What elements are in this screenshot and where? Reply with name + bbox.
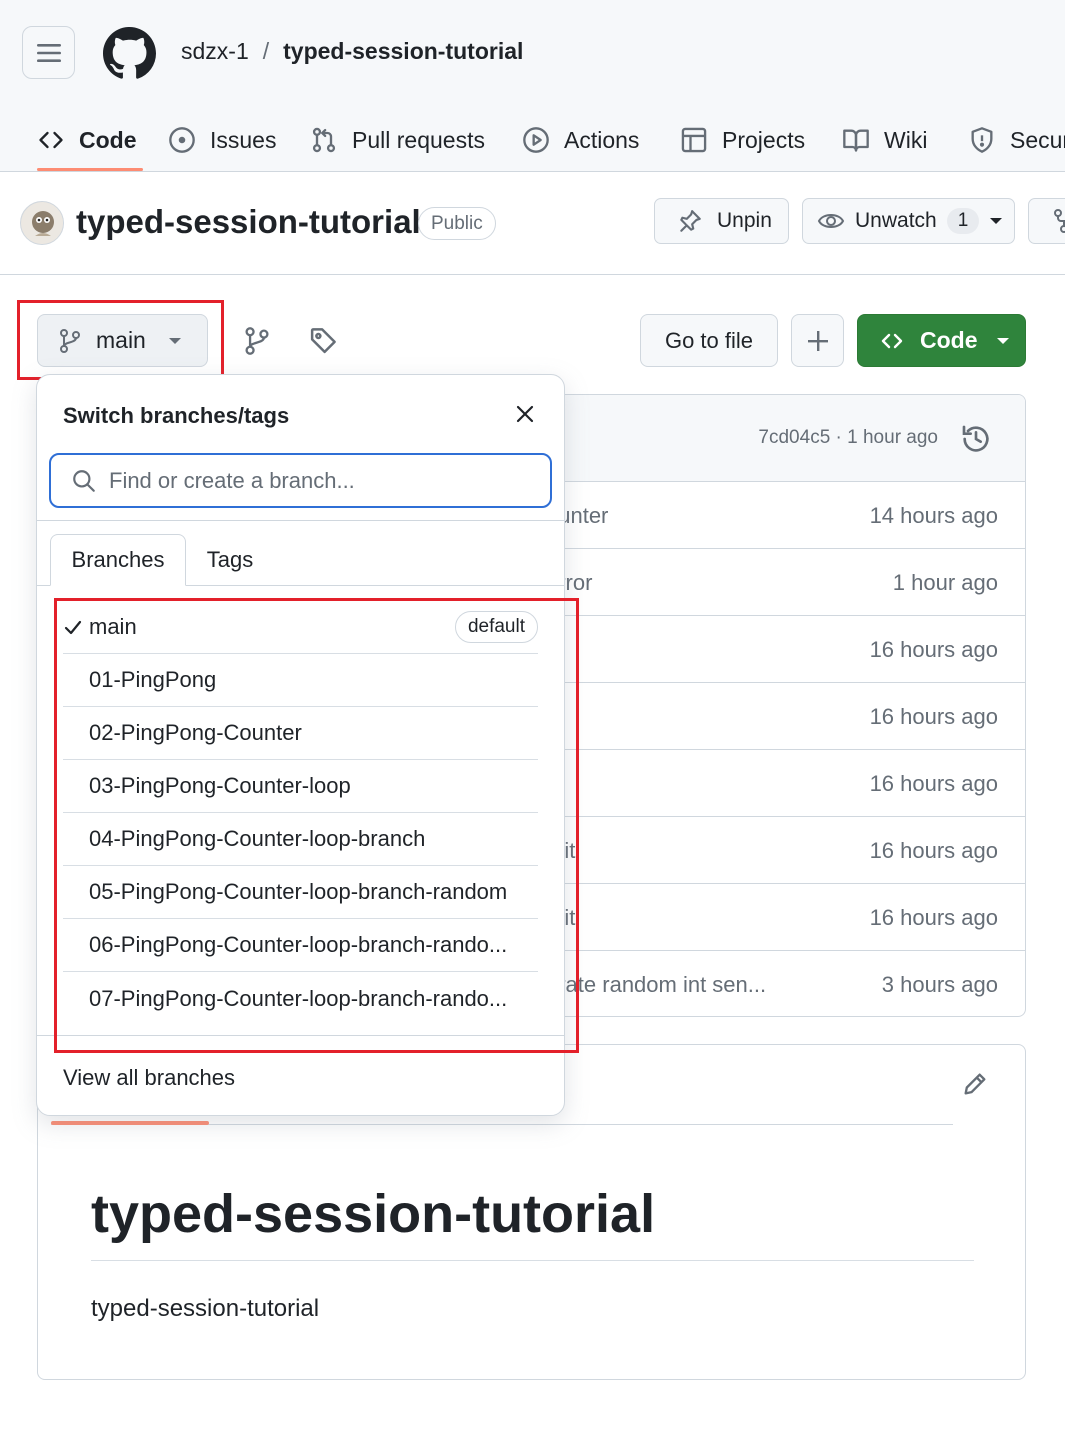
tab-actions[interactable]: Actions xyxy=(522,108,639,172)
tab-label: Actions xyxy=(564,126,640,153)
tab-label: Pull requests xyxy=(352,126,485,153)
tab-label: Issues xyxy=(210,126,277,153)
commit-meta[interactable]: 7cd04c5 · 1 hour ago xyxy=(758,427,938,449)
pencil-icon[interactable] xyxy=(961,1070,989,1098)
caret-down-icon xyxy=(996,337,1009,344)
play-icon xyxy=(523,127,549,153)
commit-message[interactable]: erate random int sen... xyxy=(546,972,766,998)
unpin-label: Unpin xyxy=(717,209,772,232)
git-pull-request-icon xyxy=(312,127,336,153)
hamburger-icon xyxy=(36,43,61,62)
header-divider xyxy=(0,274,1065,275)
tab-pull-requests[interactable]: Pull requests xyxy=(310,108,485,172)
highlight-branch-list xyxy=(54,598,579,1053)
tab-projects[interactable]: Projects xyxy=(680,108,805,172)
code-dropdown-button[interactable]: Code xyxy=(857,314,1026,367)
watch-count: 1 xyxy=(946,208,980,234)
eye-icon xyxy=(817,214,845,228)
git-branch-icon xyxy=(245,327,269,355)
repo-forked-icon xyxy=(1054,209,1065,233)
breadcrumb: sdzx-1 / typed-session-tutorial xyxy=(181,38,523,65)
branch-search-input[interactable] xyxy=(109,467,509,494)
commit-age: 14 hours ago xyxy=(869,503,998,528)
shield-icon xyxy=(971,127,993,153)
fork-button[interactable] xyxy=(1028,198,1065,244)
breadcrumb-separator: / xyxy=(262,38,270,64)
visibility-badge: Public xyxy=(418,207,496,240)
tab-label: Code xyxy=(79,126,137,153)
unwatch-button[interactable]: Unwatch 1 xyxy=(802,198,1015,244)
commit-age: 16 hours ago xyxy=(869,905,998,930)
github-logo-icon[interactable] xyxy=(103,27,156,80)
tab-wiki[interactable]: Wiki xyxy=(842,108,927,172)
issue-opened-icon xyxy=(169,127,195,153)
table-icon xyxy=(681,127,707,153)
menu-button[interactable] xyxy=(22,26,75,79)
highlight-branch-button xyxy=(17,300,224,380)
owner-link[interactable]: sdzx-1 xyxy=(181,38,249,65)
add-file-button[interactable] xyxy=(791,314,844,367)
close-icon[interactable] xyxy=(513,402,537,426)
global-header: sdzx-1 / typed-session-tutorial Code Iss… xyxy=(0,0,1065,172)
search-icon xyxy=(73,469,95,492)
readme-body: typed-session-tutorial xyxy=(91,1295,320,1322)
readme-active-tab-indicator xyxy=(51,1121,209,1125)
tab-security[interactable]: Secur xyxy=(968,108,1065,172)
popover-divider xyxy=(37,520,564,521)
tags-link[interactable] xyxy=(309,326,339,356)
unwatch-label: Unwatch xyxy=(855,209,937,232)
avatar-icon xyxy=(21,202,63,244)
tab-label: Wiki xyxy=(884,126,928,153)
branch-search[interactable] xyxy=(49,453,552,508)
branches-link[interactable] xyxy=(242,326,272,356)
repo-link[interactable]: typed-session-tutorial xyxy=(283,38,523,65)
repo-nav: Code Issues Pull requests Actions Projec… xyxy=(0,108,1065,172)
pin-icon xyxy=(680,210,701,232)
tab-branches[interactable]: Branches xyxy=(50,534,186,586)
tab-label: Projects xyxy=(722,126,806,153)
code-button-label: Code xyxy=(920,327,978,353)
code-icon xyxy=(881,333,903,348)
unpin-button[interactable]: Unpin xyxy=(654,198,789,244)
tab-tags[interactable]: Tags xyxy=(197,534,263,586)
readme-heading-rule xyxy=(91,1260,974,1261)
commit-age: 1 hour ago xyxy=(892,570,998,595)
commit-age: 16 hours ago xyxy=(869,704,998,729)
history-icon[interactable] xyxy=(960,423,992,455)
readme-heading: typed-session-tutorial xyxy=(91,1184,656,1244)
tab-issues[interactable]: Issues xyxy=(168,108,276,172)
code-icon xyxy=(39,131,63,149)
active-tab-indicator xyxy=(37,168,143,171)
tab-label: Secur xyxy=(1010,126,1065,153)
tag-icon xyxy=(310,328,336,354)
commit-age: 3 hours ago xyxy=(881,972,998,997)
caret-down-icon xyxy=(990,218,1003,224)
commit-age: 16 hours ago xyxy=(869,771,998,796)
commit-age: 16 hours ago xyxy=(869,637,998,662)
book-icon xyxy=(843,129,869,152)
view-all-branches-link[interactable]: View all branches xyxy=(63,1065,235,1091)
avatar[interactable] xyxy=(20,201,64,245)
tab-code[interactable]: Code xyxy=(37,108,137,172)
commit-age: 16 hours ago xyxy=(869,838,998,863)
go-to-file-button[interactable]: Go to file xyxy=(640,314,778,367)
plus-icon xyxy=(807,330,828,351)
repo-title[interactable]: typed-session-tutorial xyxy=(76,203,421,241)
popover-title: Switch branches/tags xyxy=(63,403,290,428)
